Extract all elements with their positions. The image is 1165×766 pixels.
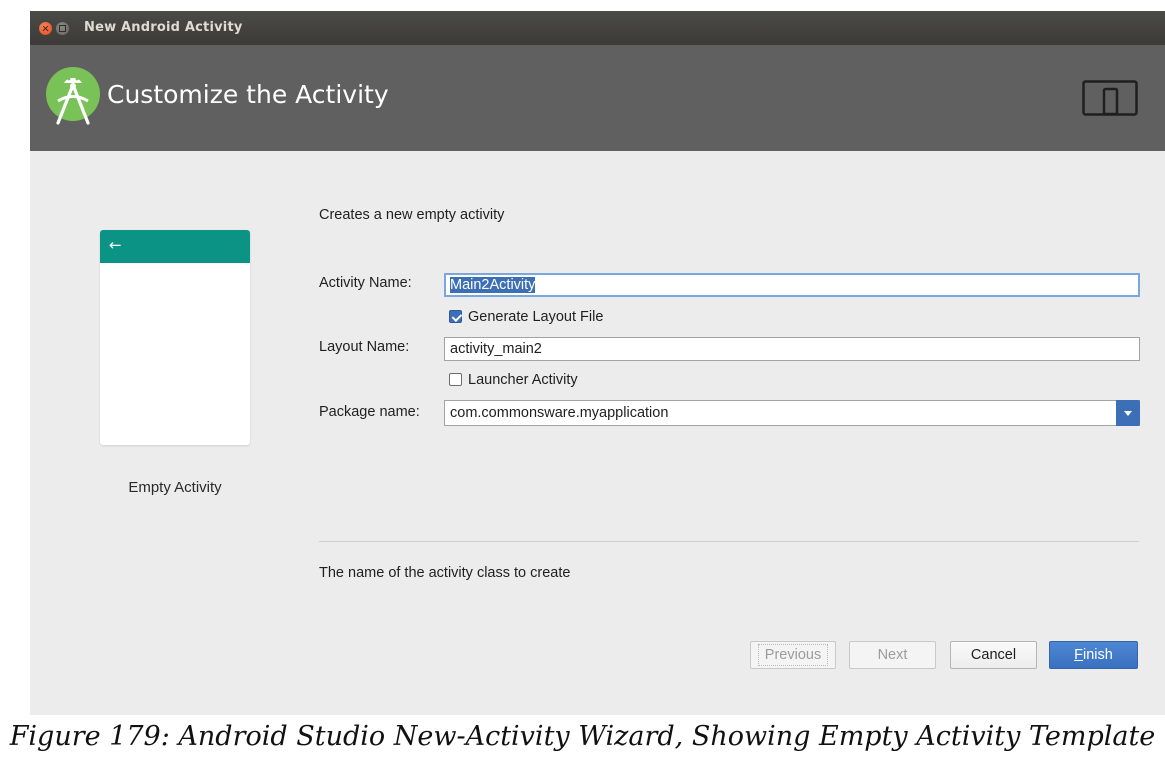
previous-button[interactable]: Previous — [750, 641, 836, 669]
layout-name-value: activity_main2 — [450, 341, 542, 357]
figure-caption: Figure 179: Android Studio New-Activity … — [9, 721, 1156, 752]
chevron-down-icon[interactable] — [1116, 400, 1140, 426]
template-description: Creates a new empty activity — [319, 207, 505, 223]
launcher-activity-label: Launcher Activity — [468, 372, 578, 388]
activity-name-field[interactable]: Main2Activity — [444, 273, 1140, 297]
next-button[interactable]: Next — [849, 641, 936, 669]
generate-layout-checkbox[interactable]: Generate Layout File — [449, 309, 603, 325]
tablet-phone-icon — [1082, 80, 1138, 116]
wizard-header: Customize the Activity — [30, 45, 1165, 151]
launcher-activity-checkbox[interactable]: Launcher Activity — [449, 372, 578, 388]
title-bar: New Android Activity — [30, 11, 1165, 45]
close-window-icon[interactable] — [39, 22, 52, 35]
layout-name-label: Layout Name: — [319, 339, 410, 355]
package-name-label: Package name: — [319, 404, 420, 420]
layout-name-field[interactable]: activity_main2 — [444, 337, 1140, 361]
help-text: The name of the activity class to create — [319, 565, 571, 581]
finish-button[interactable]: Finish — [1049, 641, 1138, 669]
previous-button-label: Previous — [757, 644, 829, 666]
window-title: New Android Activity — [84, 20, 243, 35]
android-studio-logo-icon — [46, 67, 100, 125]
finish-label: inish — [1083, 647, 1113, 663]
cancel-button[interactable]: Cancel — [950, 641, 1037, 669]
activity-name-value: Main2Activity — [450, 277, 536, 293]
package-name-value: com.commonsware.myapplication — [450, 405, 669, 421]
page-title: Customize the Activity — [107, 80, 389, 109]
generate-layout-label: Generate Layout File — [468, 309, 604, 325]
activity-name-label: Activity Name: — [319, 275, 412, 291]
package-name-dropdown[interactable]: com.commonsware.myapplication — [444, 400, 1140, 426]
checkbox-checked-icon — [449, 310, 462, 323]
back-arrow-icon: ← — [109, 236, 122, 254]
wizard-window: New Android Activity Customize the Activ… — [30, 11, 1165, 715]
template-name-label: Empty Activity — [128, 479, 222, 496]
preview-toolbar: ← — [100, 230, 250, 263]
template-preview: ← — [100, 230, 250, 445]
finish-mnemonic: F — [1074, 647, 1084, 663]
checkbox-unchecked-icon — [449, 373, 462, 386]
maximize-window-icon[interactable] — [56, 22, 69, 35]
divider — [319, 541, 1139, 542]
